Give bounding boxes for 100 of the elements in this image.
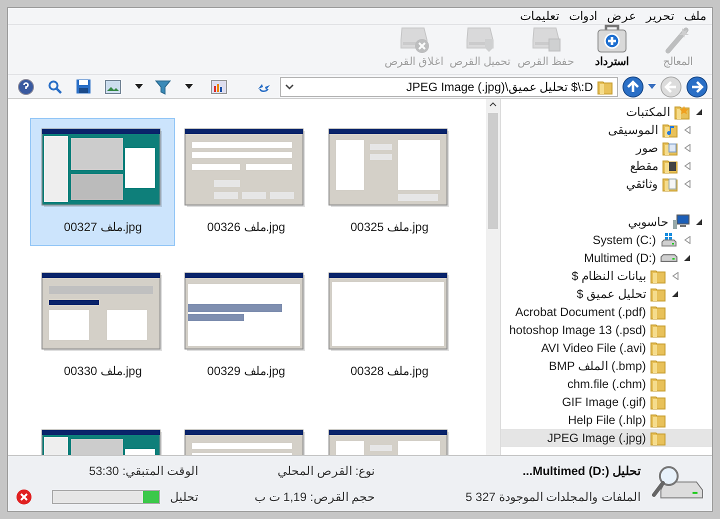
time-remaining: الوقت المتبقي: 53:30 bbox=[88, 462, 198, 480]
tree-label: حاسوبي bbox=[628, 214, 668, 231]
file-name: 00330 ملف.jpg bbox=[64, 363, 142, 380]
folder-icon bbox=[650, 412, 666, 428]
thumbnail-item[interactable]: 00325 ملف.jpg bbox=[317, 118, 462, 246]
forward-arrow-button[interactable] bbox=[686, 76, 708, 98]
tree-item[interactable]: حاسوبي bbox=[501, 213, 712, 231]
menu-item[interactable]: ملف bbox=[684, 8, 706, 25]
tree-label: chm.file (.chm) bbox=[567, 376, 646, 393]
expanded-arrow-icon[interactable] bbox=[672, 290, 678, 298]
tree-item[interactable]: GIF Image (.gif) bbox=[501, 393, 712, 411]
drive-icon bbox=[660, 254, 678, 262]
menu-item[interactable]: تحرير bbox=[646, 8, 674, 25]
file-name: 00328 ملف.jpg bbox=[350, 363, 429, 380]
up-arrow-button[interactable] bbox=[622, 76, 644, 98]
scan-title: تحليل Multimed (D:)... bbox=[522, 462, 641, 480]
picture-icon[interactable] bbox=[105, 80, 121, 94]
tree-item[interactable]: تحليل عميق $ bbox=[501, 285, 712, 303]
tree-item[interactable]: بيانات النظام $ bbox=[501, 267, 712, 285]
scroll-up-icon[interactable] bbox=[489, 101, 497, 107]
expanded-arrow-icon[interactable] bbox=[696, 218, 702, 226]
tree-item[interactable]: chm.file (.chm) bbox=[501, 375, 712, 393]
disk-size: حجم القرص: 1,19 ت ب bbox=[254, 488, 375, 506]
tree-item[interactable]: Multimed (D:) bbox=[501, 249, 712, 267]
file-name: 00327 ملف.jpg bbox=[64, 219, 142, 236]
thumbnail-item[interactable]: 00329 ملف.jpg bbox=[174, 262, 319, 390]
chevron-down-icon[interactable] bbox=[285, 84, 294, 90]
help-icon[interactable] bbox=[18, 78, 34, 94]
address-field[interactable]: D:\$ تحليل عميق\JPEG Image (.jpg) bbox=[280, 76, 618, 96]
image-chart-icon[interactable] bbox=[211, 80, 227, 94]
menu-item[interactable]: تعليمات bbox=[520, 8, 559, 25]
expanded-arrow-icon[interactable] bbox=[696, 108, 702, 116]
tree-item[interactable]: Acrobat Document (.pdf) bbox=[501, 303, 712, 321]
tree-label: المكتبات bbox=[626, 104, 670, 121]
folder-icon bbox=[650, 376, 666, 392]
tree-label: تحليل عميق $ bbox=[576, 286, 646, 303]
tree-label: GIF Image (.gif) bbox=[562, 394, 646, 411]
folder-icon bbox=[650, 268, 666, 284]
collapsed-arrow-icon[interactable] bbox=[684, 236, 690, 244]
thumbnail-item[interactable]: 00327 ملف.jpg bbox=[30, 118, 176, 246]
found-count: الملفات والمجلدات الموجودة 5 327 bbox=[464, 488, 641, 506]
tree-item[interactable]: مقطع bbox=[501, 157, 712, 175]
folder-icon bbox=[650, 394, 666, 410]
tree-label: الموسيقى bbox=[608, 122, 658, 139]
scrollbar-thumb[interactable] bbox=[488, 113, 498, 229]
tree-item[interactable]: JPEG Image (.jpg) bbox=[501, 429, 712, 447]
tree-item[interactable]: الموسيقى bbox=[501, 121, 712, 139]
tree-item[interactable]: AVI Video File (.avi) bbox=[501, 339, 712, 357]
tree-label: وثائقي bbox=[626, 176, 658, 193]
tree-label: مقطع bbox=[630, 158, 658, 175]
video-folder-icon bbox=[662, 158, 678, 174]
collapsed-arrow-icon[interactable] bbox=[672, 272, 678, 280]
save-icon[interactable] bbox=[76, 79, 91, 94]
file-name: 00326 ملف.jpg bbox=[207, 219, 286, 236]
tree-item[interactable]: Help File (.hlp) bbox=[501, 411, 712, 429]
tree-label: Acrobat Document (.pdf) bbox=[515, 304, 646, 321]
collapsed-arrow-icon[interactable] bbox=[684, 144, 690, 152]
collapsed-arrow-icon[interactable] bbox=[684, 126, 690, 134]
thumbnail-item[interactable]: 00328 ملف.jpg bbox=[317, 262, 462, 390]
tree-label: JPEG Image (.jpg) bbox=[547, 430, 646, 447]
tree-item[interactable]: BMP الملف (.bmp) bbox=[501, 357, 712, 375]
music-folder-icon bbox=[662, 122, 678, 138]
filter-icon[interactable] bbox=[155, 78, 171, 94]
folder-icon bbox=[650, 358, 666, 374]
folder-icon bbox=[650, 286, 666, 302]
folder-icon bbox=[650, 430, 666, 446]
computer-icon bbox=[672, 214, 690, 230]
search-icon[interactable] bbox=[48, 80, 62, 94]
documents-folder-icon bbox=[662, 176, 678, 192]
file-name: 00329 ملف.jpg bbox=[207, 363, 286, 380]
tree-label: Multimed (D:) bbox=[584, 250, 656, 267]
folder-icon bbox=[650, 322, 666, 338]
library-folder-icon bbox=[674, 104, 690, 120]
dropdown-arrow-icon[interactable] bbox=[135, 84, 143, 89]
system-drive-icon bbox=[660, 232, 678, 248]
folder-icon bbox=[650, 304, 666, 320]
collapsed-arrow-icon[interactable] bbox=[684, 162, 690, 170]
file-name: 00325 ملف.jpg bbox=[350, 219, 429, 236]
expanded-arrow-icon[interactable] bbox=[684, 254, 690, 262]
pictures-folder-icon bbox=[662, 140, 678, 156]
tree-item[interactable]: System (C:) bbox=[501, 231, 712, 249]
thumbnail-item[interactable]: 00326 ملف.jpg bbox=[174, 118, 319, 246]
dropdown-arrow-icon[interactable] bbox=[185, 84, 193, 89]
folder-icon bbox=[650, 340, 666, 356]
cancel-icon[interactable] bbox=[16, 488, 32, 504]
address-text: D:\$ تحليل عميق\JPEG Image (.jpg) bbox=[405, 78, 593, 96]
tree-item[interactable]: hotoshop Image 13 (.psd) bbox=[501, 321, 712, 339]
tree-label: System (C:) bbox=[592, 232, 656, 249]
drive-type: نوع: القرص المحلي bbox=[276, 462, 375, 480]
thumbnail-item[interactable]: 00330 ملف.jpg bbox=[30, 262, 176, 390]
tree-item[interactable]: المكتبات bbox=[501, 103, 712, 121]
folder-icon bbox=[597, 78, 613, 94]
tree-item[interactable]: صور bbox=[501, 139, 712, 157]
tree-item[interactable]: وثائقي bbox=[501, 175, 712, 193]
progress-label: تحليل bbox=[170, 488, 198, 506]
tree-label: hotoshop Image 13 (.psd) bbox=[509, 322, 646, 339]
tree-label: بيانات النظام $ bbox=[572, 268, 646, 285]
collapsed-arrow-icon[interactable] bbox=[684, 180, 690, 188]
tree-label: BMP الملف (.bmp) bbox=[548, 358, 646, 375]
tree-label: Help File (.hlp) bbox=[568, 412, 646, 429]
